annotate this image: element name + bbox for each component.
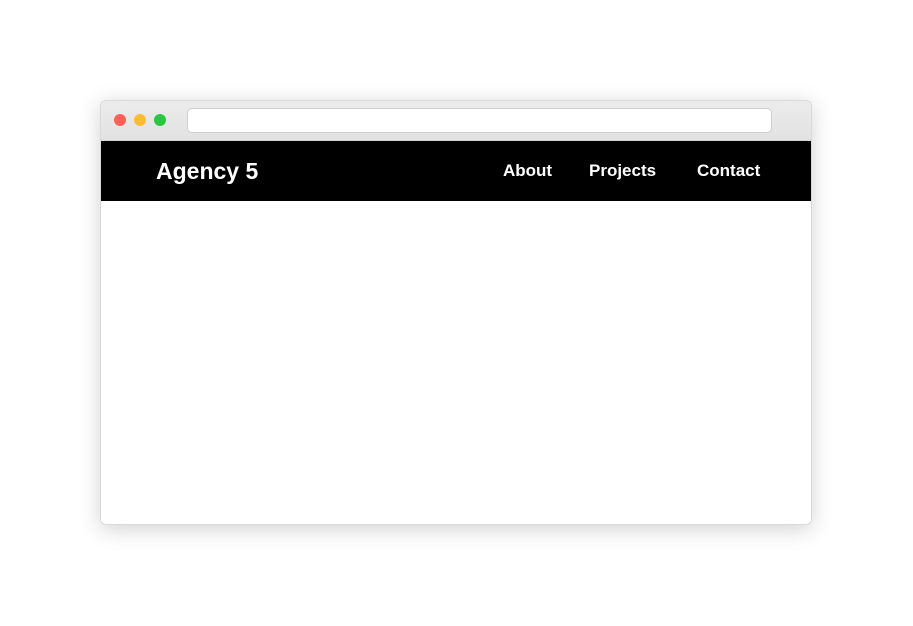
maximize-window-button[interactable]: [154, 114, 166, 126]
page-content: [101, 201, 811, 524]
nav-link-contact[interactable]: Contact: [697, 141, 760, 201]
browser-title-bar: [101, 101, 811, 141]
site-logo[interactable]: Agency 5: [156, 141, 258, 201]
site-header: Agency 5 About Projects Contact: [101, 141, 811, 201]
address-bar[interactable]: [187, 108, 772, 133]
browser-window: Agency 5 About Projects Contact: [100, 100, 812, 525]
minimize-window-button[interactable]: [134, 114, 146, 126]
nav-link-projects[interactable]: Projects: [589, 141, 656, 201]
nav-link-about[interactable]: About: [503, 141, 552, 201]
close-window-button[interactable]: [114, 114, 126, 126]
